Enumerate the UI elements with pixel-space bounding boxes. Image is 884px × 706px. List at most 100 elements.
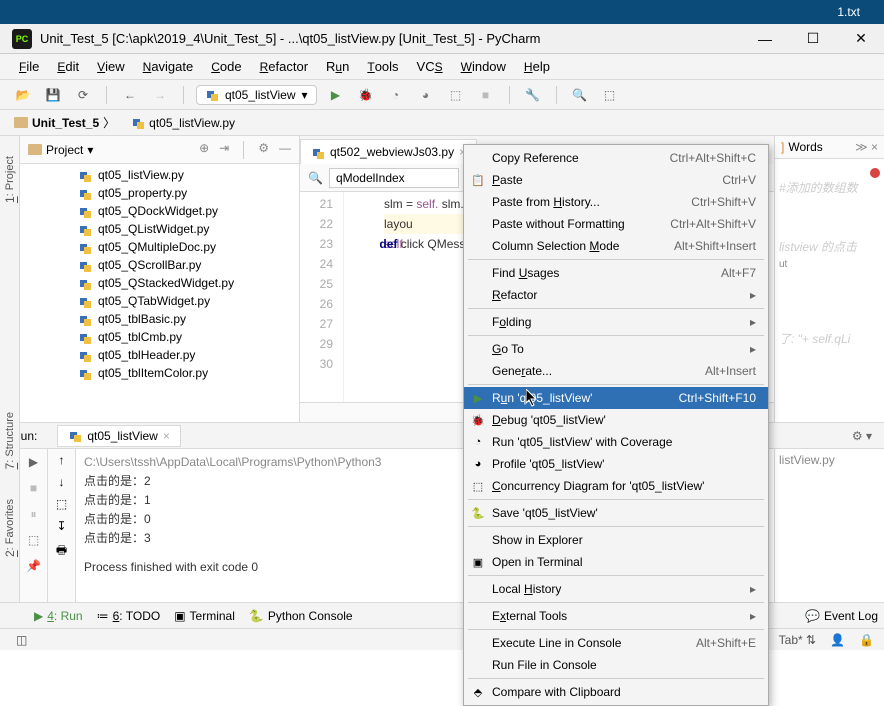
ctx-paste-history[interactable]: Paste from History...Ctrl+Shift+V xyxy=(464,191,768,213)
ctx-generate[interactable]: Generate...Alt+Insert xyxy=(464,360,768,382)
right-tab[interactable]: ]Words≫ × xyxy=(775,136,884,159)
sb-run[interactable]: ▶ 4: Run xyxy=(34,609,83,623)
breadcrumb-project[interactable]: Unit_Test_5 〉 xyxy=(8,112,121,133)
ctx-run[interactable]: ▶Run 'qt05_listView'Ctrl+Shift+F10 xyxy=(464,387,768,409)
ctx-debug[interactable]: 🐞Debug 'qt05_listView' xyxy=(464,409,768,431)
ctx-compare-clipboard[interactable]: ⬘Compare with Clipboard xyxy=(464,681,768,703)
menu-run[interactable]: Run xyxy=(319,56,356,77)
run-tab[interactable]: qt05_listView × xyxy=(57,425,181,447)
ctx-open-terminal[interactable]: ▣Open in Terminal xyxy=(464,551,768,573)
ctx-paste-nofmt[interactable]: Paste without FormattingCtrl+Alt+Shift+V xyxy=(464,213,768,235)
minimize-button[interactable]: — xyxy=(742,24,788,54)
menu-help[interactable]: Help xyxy=(517,56,557,77)
sb-pyconsole[interactable]: 🐍 Python Console xyxy=(249,609,353,623)
stop-button[interactable]: ■ xyxy=(25,479,43,497)
ctx-local-history[interactable]: Local History▸ xyxy=(464,578,768,600)
project-tree[interactable]: qt05_listView.py qt05_property.py qt05_Q… xyxy=(20,164,299,422)
ctx-profile[interactable]: ◕Profile 'qt05_listView' xyxy=(464,453,768,475)
close-window-button[interactable]: ✕ xyxy=(838,24,884,54)
inspector-icon[interactable]: 👤 xyxy=(830,633,845,647)
menu-navigate[interactable]: Navigate xyxy=(136,56,201,77)
gear-icon[interactable]: ⚙ xyxy=(258,141,269,159)
ctx-show-explorer[interactable]: Show in Explorer xyxy=(464,529,768,551)
error-indicator-icon[interactable] xyxy=(870,168,880,178)
forward-button[interactable]: → xyxy=(149,84,171,106)
menu-code[interactable]: Code xyxy=(204,56,248,77)
sync-button[interactable]: ⟳ xyxy=(72,84,94,106)
ctx-column-select[interactable]: Column Selection ModeAlt+Shift+Insert xyxy=(464,235,768,257)
search-input[interactable]: qModelIndex xyxy=(329,168,459,188)
up-icon[interactable]: ↑ xyxy=(59,453,65,467)
ctx-refactor[interactable]: Refactor▸ xyxy=(464,284,768,306)
lock-icon[interactable]: 🔒 xyxy=(859,633,874,647)
run-button[interactable]: ▶ xyxy=(325,84,347,106)
python-icon xyxy=(78,348,92,362)
indent-label[interactable]: Tab* ⇅ xyxy=(779,633,816,647)
hide-icon[interactable]: — xyxy=(279,141,291,159)
wrench-icon[interactable]: 🔧 xyxy=(522,84,544,106)
main-toolbar: 📂 💾 ⟳ ← → qt05_listView ▾ ▶ 🐞 ◔ ◕ ⬚ ■ 🔧 … xyxy=(0,80,884,110)
sb-terminal[interactable]: ▣ Terminal xyxy=(174,609,235,623)
sb-todo[interactable]: ≔ 6: TODO xyxy=(97,609,161,623)
run-config-combo[interactable]: qt05_listView ▾ xyxy=(196,85,317,105)
wrap-icon[interactable]: ⬚ xyxy=(56,497,67,511)
menu-window[interactable]: Window xyxy=(454,56,513,77)
menu-tools[interactable]: Tools xyxy=(360,56,405,77)
run-toolbar-left: ▶ ■ ⏸ ⬚ 📌 xyxy=(20,449,48,602)
pin-icon[interactable]: 📌 xyxy=(25,557,43,575)
scroll-to-icon[interactable]: ⊕ xyxy=(199,141,209,159)
python-icon xyxy=(78,330,92,344)
ctx-coverage[interactable]: ◔Run 'qt05_listView' with Coverage xyxy=(464,431,768,453)
ctx-external-tools[interactable]: External Tools▸ xyxy=(464,605,768,627)
tree-item: qt05_QMultipleDoc.py xyxy=(20,238,299,256)
editor-tab[interactable]: qt502_webviewJs03.py × xyxy=(300,139,477,164)
menu-edit[interactable]: Edit xyxy=(50,56,86,77)
pause-icon[interactable]: ⏸ xyxy=(25,505,43,523)
close-tab-icon[interactable]: × xyxy=(163,429,170,443)
ctx-goto[interactable]: Go To▸ xyxy=(464,338,768,360)
python-icon xyxy=(78,240,92,254)
menu-file[interactable]: File xyxy=(12,56,46,77)
sb-eventlog[interactable]: 💬 Event Log xyxy=(805,609,878,623)
print-icon[interactable]: 🖶 xyxy=(56,541,67,562)
structure-tool-button[interactable]: 7: Structure xyxy=(3,412,17,469)
breadcrumb-file[interactable]: qt05_listView.py xyxy=(125,114,241,132)
project-panel-title[interactable]: Project ▾ xyxy=(28,143,93,157)
structure-toolbar-button[interactable]: ⬚ xyxy=(599,84,621,106)
down-icon[interactable]: ↓ xyxy=(59,475,65,489)
window-titlebar: PC Unit_Test_5 [C:\apk\2019_4\Unit_Test_… xyxy=(0,24,884,54)
ctx-copy-reference[interactable]: Copy ReferenceCtrl+Alt+Shift+C xyxy=(464,147,768,169)
project-tool-button[interactable]: 1: Project xyxy=(3,156,17,203)
gear-icon[interactable]: ⚙ ▾ xyxy=(852,429,872,443)
coverage-button[interactable]: ◔ xyxy=(385,84,407,106)
collapse-icon[interactable]: ⇥ xyxy=(219,141,229,159)
maximize-button[interactable]: ☐ xyxy=(790,24,836,54)
ctx-find-usages[interactable]: Find UsagesAlt+F7 xyxy=(464,262,768,284)
python-icon xyxy=(78,204,92,218)
debug-button[interactable]: 🐞 xyxy=(355,84,377,106)
open-button[interactable]: 📂 xyxy=(12,84,34,106)
layout-icon[interactable]: ⬚ xyxy=(25,531,43,549)
favorites-tool-button[interactable]: 2: Favorites xyxy=(3,499,17,557)
search-everywhere-button[interactable]: 🔍 xyxy=(569,84,591,106)
menu-vcs[interactable]: VCS xyxy=(410,56,450,77)
profile-button[interactable]: ◕ xyxy=(415,84,437,106)
ctx-concurrency[interactable]: ⬚Concurrency Diagram for 'qt05_listView' xyxy=(464,475,768,497)
breadcrumb-bar: Unit_Test_5 〉 qt05_listView.py xyxy=(0,110,884,136)
run-config-label: qt05_listView xyxy=(225,88,296,102)
rerun-button[interactable]: ▶ xyxy=(25,453,43,471)
python-icon xyxy=(78,168,92,182)
concurrency-button[interactable]: ⬚ xyxy=(445,84,467,106)
ctx-folding[interactable]: Folding▸ xyxy=(464,311,768,333)
ctx-save[interactable]: 🐍Save 'qt05_listView' xyxy=(464,502,768,524)
stop-button[interactable]: ■ xyxy=(475,84,497,106)
ctx-exec-line[interactable]: Execute Line in ConsoleAlt+Shift+E xyxy=(464,632,768,654)
menu-view[interactable]: View xyxy=(90,56,132,77)
save-button[interactable]: 💾 xyxy=(42,84,64,106)
ctx-run-file[interactable]: Run File in Console xyxy=(464,654,768,676)
scroll-icon[interactable]: ↧ xyxy=(56,519,66,533)
back-button[interactable]: ← xyxy=(119,84,141,106)
menu-refactor[interactable]: Refactor xyxy=(253,56,315,77)
sb-window-icon[interactable]: ◫ xyxy=(16,633,27,647)
ctx-paste[interactable]: 📋PasteCtrl+V xyxy=(464,169,768,191)
